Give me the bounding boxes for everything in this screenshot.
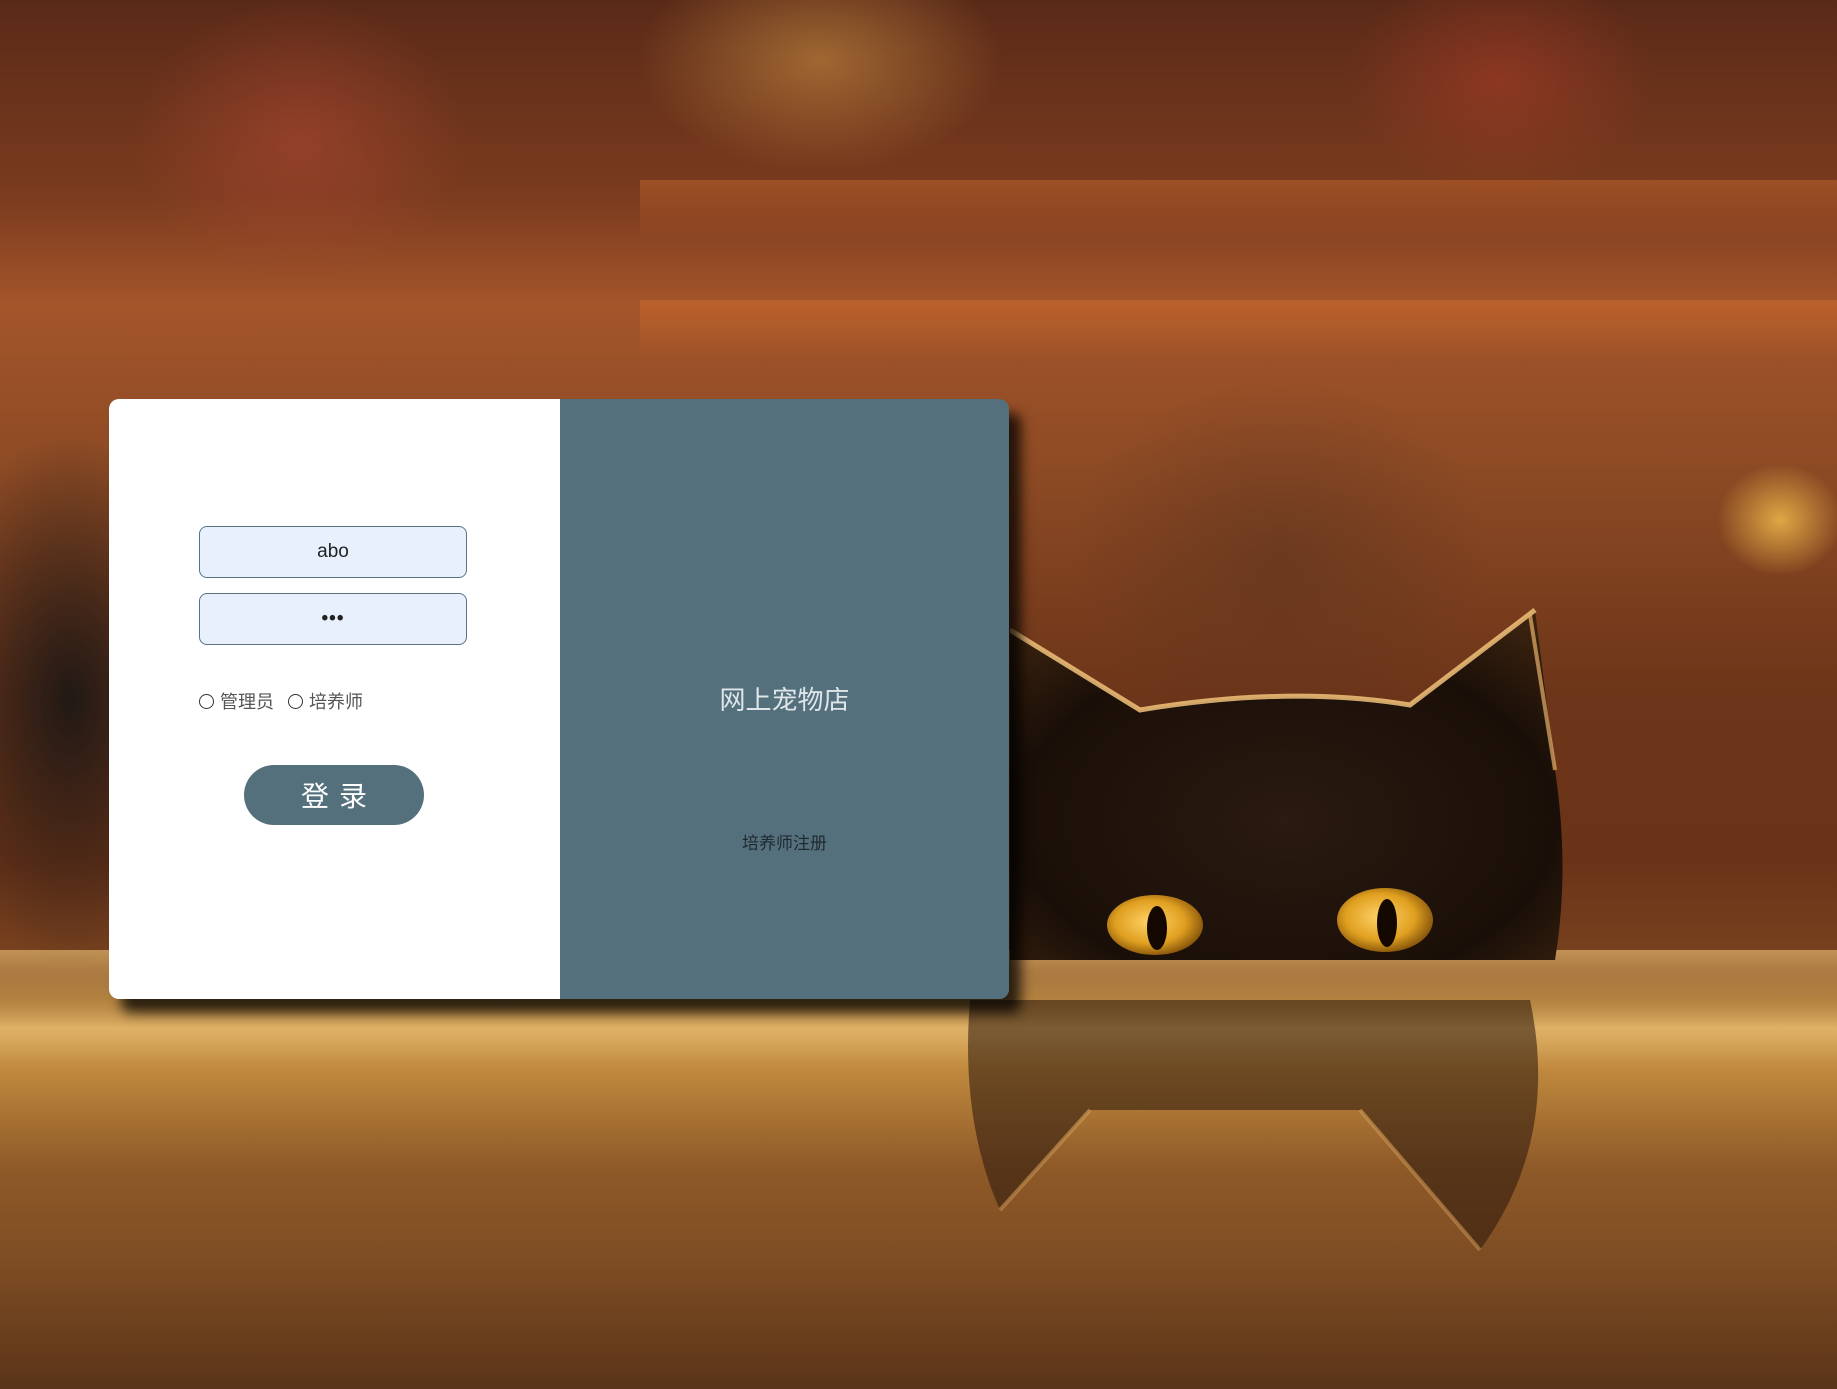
role-selector: 管理员 培养师: [199, 688, 377, 714]
role-label-admin: 管理员: [220, 692, 274, 713]
cat-icon: [1010, 608, 1563, 960]
role-label-trainer: 培养师: [309, 692, 363, 713]
trainer-register-link[interactable]: 培养师注册: [560, 829, 1009, 854]
shelf-blur: [640, 180, 1837, 240]
login-form-pane: 管理员 培养师 登录: [109, 399, 560, 999]
radio-icon[interactable]: [288, 693, 303, 709]
shop-title: 网上宠物店: [719, 686, 850, 716]
password-input[interactable]: [199, 593, 467, 645]
cat-reflection-icon: [968, 1000, 1539, 1252]
shelf-blur: [640, 300, 1837, 360]
radio-icon[interactable]: [199, 693, 214, 709]
login-card: 管理员 培养师 登录 网上宠物店 培养师注册: [109, 399, 1009, 999]
username-input[interactable]: [199, 526, 467, 578]
login-button[interactable]: 登录: [244, 765, 424, 825]
role-option-admin[interactable]: 管理员: [199, 688, 274, 714]
role-option-trainer[interactable]: 培养师: [288, 688, 363, 714]
brand-pane: 网上宠物店 培养师注册: [560, 399, 1009, 999]
